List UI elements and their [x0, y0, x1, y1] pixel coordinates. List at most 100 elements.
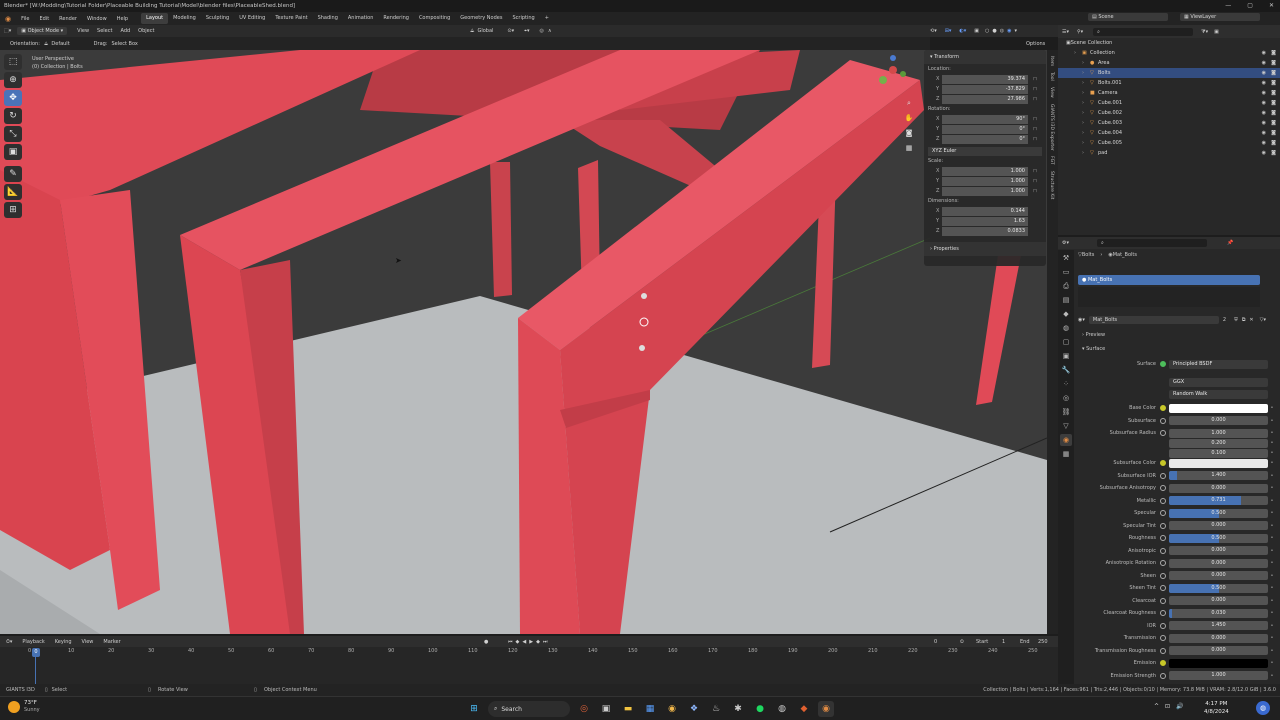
data-tab-icon[interactable]: ▽	[1060, 420, 1072, 432]
bsdf-field-value[interactable]: 1.450	[1169, 621, 1268, 630]
scale-tool-icon[interactable]: ⤡	[4, 126, 22, 142]
current-frame-field[interactable]: 0	[934, 639, 937, 645]
keyframe-dot-icon[interactable]: •	[1268, 440, 1276, 446]
distribution-dropdown[interactable]: GGX	[1169, 377, 1268, 387]
outliner-row[interactable]: › ▽ Cube.003 ◉ ◙	[1058, 118, 1280, 128]
bsdf-field-value[interactable]: 0.500	[1169, 533, 1268, 543]
lock-icon[interactable]: ⊓	[1028, 168, 1042, 174]
workspace-tab-compositing[interactable]: Compositing	[414, 13, 455, 24]
rotation-mode-dropdown[interactable]: XYZ Euler	[928, 146, 1042, 156]
3d-viewport[interactable]: User Perspective (0) Collection | Bolts …	[0, 50, 1047, 634]
outliner-row[interactable]: › ▽ Cube.005 ◉ ◙	[1058, 138, 1280, 148]
keyframe-dot-icon[interactable]: •	[1268, 660, 1276, 666]
shading-solid-icon[interactable]: ●	[992, 28, 996, 34]
app-icon-5[interactable]: ◆	[796, 701, 812, 717]
workspace-tab-texture-paint[interactable]: Texture Paint	[270, 13, 312, 24]
viewport-menu-object[interactable]: Object	[138, 28, 154, 34]
socket-icon[interactable]	[1160, 572, 1166, 579]
scale-x-row[interactable]: X 1.000 ⊓	[928, 166, 1042, 176]
scale-y-row[interactable]: Y 1.000 ⊓	[928, 176, 1042, 186]
rotate-tool-icon[interactable]: ↻	[4, 108, 22, 124]
socket-icon[interactable]	[1160, 472, 1166, 479]
eye-icon[interactable]: ◉	[1262, 138, 1266, 148]
display-mode-icon[interactable]: ⚲▾	[1077, 29, 1083, 35]
eye-icon[interactable]: ◉	[1262, 148, 1266, 158]
taskbar-search[interactable]: ⌕ Search	[488, 701, 570, 717]
expand-arrow-icon[interactable]: ›	[1082, 98, 1090, 108]
volume-icon[interactable]: 🔊	[1176, 703, 1183, 710]
location-x-field[interactable]: 39.374	[942, 74, 1028, 84]
timeline-editor-icon[interactable]: ⏱▾	[6, 639, 12, 645]
view-layer-tab-icon[interactable]: ▤	[1060, 294, 1072, 306]
windows-start-icon[interactable]: ⊞	[466, 701, 482, 717]
surface-shader-dropdown[interactable]: Principled BSDF	[1169, 359, 1268, 369]
shading-wireframe-icon[interactable]: ○	[985, 28, 989, 34]
keyframe-dot-icon[interactable]: •	[1268, 573, 1276, 579]
expand-arrow-icon[interactable]: ›	[1082, 78, 1090, 88]
bsdf-field-value[interactable]: 0.000	[1169, 558, 1268, 568]
grid-view-icon[interactable]: ▦	[904, 141, 914, 156]
mode-dropdown[interactable]: ▣ Object Mode ▾	[17, 27, 68, 35]
preview-range-icon[interactable]: ⏲	[960, 639, 964, 645]
outliner-row[interactable]: › ▽ Cube.004 ◉ ◙	[1058, 128, 1280, 138]
add-workspace-button[interactable]: +	[540, 13, 554, 24]
material-slot-list[interactable]	[1078, 287, 1260, 307]
lock-icon[interactable]: ⊓	[1028, 188, 1042, 194]
unlink-material-icon[interactable]: ✕	[1249, 317, 1253, 323]
expand-arrow-icon[interactable]: ›	[1082, 68, 1090, 78]
bsdf-field-value[interactable]: 0.000	[1169, 521, 1268, 530]
gizmo-icon[interactable]: ⊞▾	[945, 28, 952, 34]
modifier-tab-icon[interactable]: 🔧	[1060, 364, 1072, 376]
viewlayer-selector[interactable]: ▦ ViewLayer	[1180, 13, 1260, 21]
keyframe-dot-icon[interactable]: •	[1268, 510, 1276, 516]
timeline-menu-playback[interactable]: Playback	[22, 639, 44, 645]
expand-arrow-icon[interactable]: ›	[1082, 58, 1090, 68]
maximize-button[interactable]: ▢	[1247, 2, 1253, 9]
socket-icon[interactable]	[1160, 510, 1166, 516]
frame-ruler[interactable]: 0 10 20 30 40 50 60 70 80 90 100 110 120 130 140 150 160…	[28, 648, 1052, 658]
bsdf-field-value[interactable]: 0.731	[1169, 496, 1268, 505]
blender-taskbar-icon[interactable]: ◉	[818, 701, 834, 717]
render-toggle-icon[interactable]: ◙	[1271, 138, 1276, 148]
bsdf-field-value[interactable]: 0.500	[1169, 508, 1268, 518]
workspace-tab-geometry-nodes[interactable]: Geometry Nodes	[455, 13, 507, 24]
shader-socket-icon[interactable]	[1160, 361, 1166, 367]
sidebar-tab-structure-kit[interactable]: Structure Kit	[1049, 171, 1054, 199]
color-swatch[interactable]	[1169, 658, 1268, 668]
dimensions-x-field[interactable]: 0.144	[942, 206, 1028, 216]
outliner-row[interactable]: › ▽ Bolts ◉ ◙	[1058, 68, 1280, 78]
output-tab-icon[interactable]: ⎙	[1060, 280, 1072, 292]
material-slot-item[interactable]: ● Mat_Bolts	[1078, 275, 1260, 285]
socket-icon[interactable]	[1160, 522, 1166, 529]
workspace-tab-animation[interactable]: Animation	[343, 13, 379, 24]
auto-keying-icon[interactable]: ●	[484, 639, 488, 645]
bsdf-field-value[interactable]: 0.000	[1169, 546, 1268, 555]
keyframe-dot-icon[interactable]: •	[1268, 610, 1276, 616]
keyframe-dot-icon[interactable]: •	[1268, 405, 1276, 411]
editor-type-icon[interactable]: ⬚▾	[4, 28, 11, 34]
sidebar-tab-fgt[interactable]: FGT	[1049, 156, 1054, 165]
outliner-row[interactable]: › ▽ Bolts.001 ◉ ◙	[1058, 78, 1280, 88]
lock-icon[interactable]: ⊓	[1028, 136, 1042, 142]
bsdf-field-value[interactable]: 1.000	[1169, 428, 1268, 438]
bsdf-field-value[interactable]: 0.000	[1169, 483, 1268, 493]
physics-tab-icon[interactable]: ◎	[1060, 392, 1072, 404]
menu-edit[interactable]: Edit	[34, 16, 54, 22]
socket-icon[interactable]	[1160, 585, 1166, 591]
outliner-editor-icon[interactable]: ☰▾	[1062, 29, 1069, 35]
socket-icon[interactable]	[1160, 610, 1166, 616]
visibility-icon[interactable]: ⟲▾	[930, 28, 937, 34]
transform-panel-header[interactable]: ▾ Transform	[924, 50, 1046, 64]
options-dropdown[interactable]: Options	[1026, 41, 1045, 47]
expand-arrow-icon[interactable]: ›	[1074, 48, 1082, 58]
workspace-tab-shading[interactable]: Shading	[313, 13, 343, 24]
clock[interactable]: 4:17 PM 4/8/2024	[1204, 700, 1229, 716]
keyframe-dot-icon[interactable]: •	[1268, 648, 1276, 654]
socket-icon[interactable]	[1160, 647, 1166, 654]
keyframe-dot-icon[interactable]: •	[1268, 498, 1276, 504]
lock-icon[interactable]: ⊓	[1028, 126, 1042, 132]
world-tab-icon[interactable]: ◍	[1060, 322, 1072, 334]
notification-icon[interactable]: ◍	[1256, 701, 1270, 715]
playhead[interactable]: 0	[32, 648, 40, 657]
keyframe-dot-icon[interactable]: •	[1268, 623, 1276, 629]
